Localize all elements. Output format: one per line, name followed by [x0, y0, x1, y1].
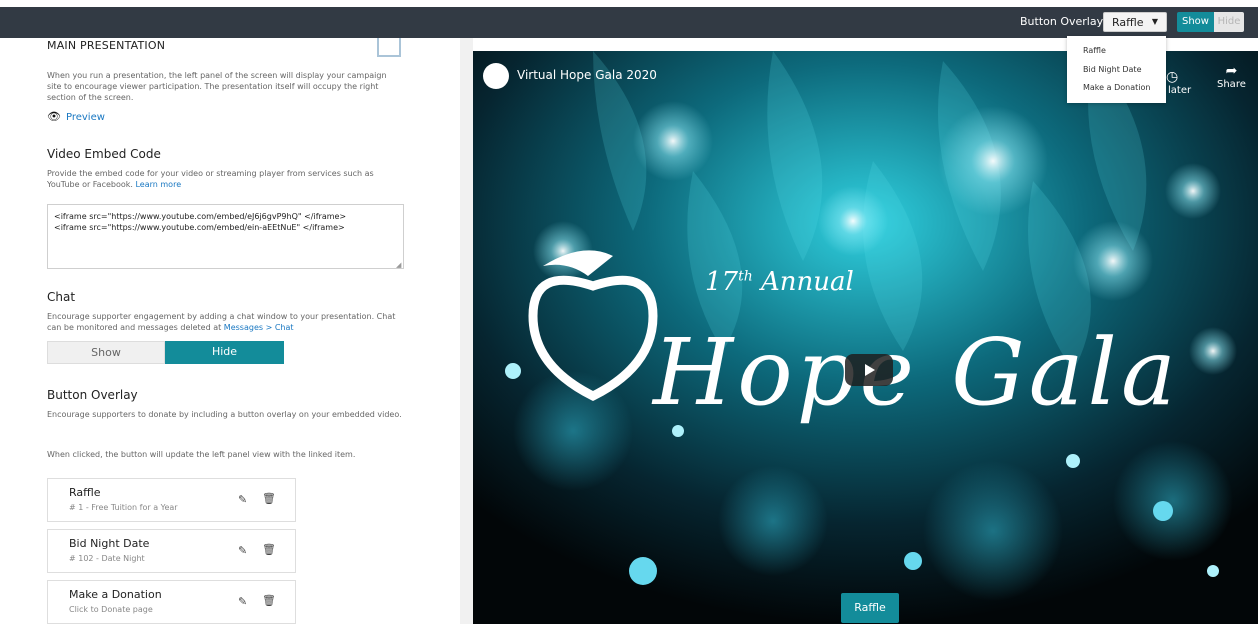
overlay-item-subtitle: Click to Donate page	[69, 605, 153, 614]
chat-title: Chat	[47, 290, 76, 304]
chat-show-button[interactable]: Show	[47, 341, 165, 364]
chat-description-text: Encourage supporter engagement by adding…	[47, 312, 396, 332]
channel-logo-icon[interactable]	[483, 63, 509, 89]
button-overlay-selected-value: Raffle	[1112, 16, 1144, 29]
overlay-item-title: Make a Donation	[69, 588, 162, 601]
overlay-item-card[interactable]: Make a Donation Click to Donate page ✎ 🗑	[47, 580, 296, 624]
preview-label: Preview	[65, 112, 105, 123]
resize-grip-icon[interactable]: ◢	[396, 261, 401, 269]
overlay-show-button[interactable]: Show	[1177, 12, 1214, 32]
main-presentation-title: MAIN PRESENTATION	[47, 39, 166, 52]
video-embed-code-input[interactable]: <iframe src="https://www.youtube.com/emb…	[47, 204, 404, 269]
button-overlay-select[interactable]: Raffle ▼	[1103, 12, 1167, 32]
eye-icon: 👁	[47, 110, 61, 123]
learn-more-link[interactable]: Learn more	[135, 180, 181, 189]
overlay-item-subtitle: # 1 - Free Tuition for a Year	[69, 503, 178, 512]
button-overlay-label: Button Overlay:	[1020, 15, 1107, 28]
dropdown-item-bid-night-date[interactable]: Bid Night Date	[1083, 65, 1142, 74]
share-arrow-icon: ➦	[1225, 63, 1238, 79]
trash-icon[interactable]: 🗑	[262, 492, 276, 505]
trash-icon[interactable]: 🗑	[262, 594, 276, 607]
pencil-icon[interactable]: ✎	[238, 595, 247, 608]
button-overlay-title: Button Overlay	[47, 388, 138, 402]
video-embed-description: Provide the embed code for your video or…	[47, 168, 402, 190]
dropdown-item-raffle[interactable]: Raffle	[1083, 46, 1106, 55]
overlay-item-title: Bid Night Date	[69, 537, 150, 550]
main-presentation-description: When you run a presentation, the left pa…	[47, 71, 387, 102]
main-presentation-checkbox[interactable]	[377, 38, 401, 57]
overlay-item-subtitle: # 102 - Date Night	[69, 554, 145, 563]
overlay-hide-button[interactable]: Hide	[1214, 12, 1244, 32]
dropdown-item-make-a-donation[interactable]: Make a Donation	[1083, 83, 1150, 92]
button-overlay-description: Encourage supporters to donate by includ…	[47, 410, 402, 419]
pencil-icon[interactable]: ✎	[238, 544, 247, 557]
caret-down-icon: ▼	[1151, 17, 1158, 26]
messages-chat-link[interactable]: Messages > Chat	[224, 323, 294, 332]
annual-suffix: th	[738, 268, 753, 285]
trash-icon[interactable]: 🗑	[262, 543, 276, 556]
top-bar: Button Overlay: Raffle ▼ Show Hide	[0, 7, 1258, 38]
share-button[interactable]: ➦ Share	[1217, 63, 1246, 90]
annual-text: 17th Annual	[705, 267, 854, 297]
overlay-raffle-button[interactable]: Raffle	[841, 593, 899, 623]
video-player[interactable]: Virtual Hope Gala 2020 ◷ ch later ➦ Shar…	[473, 51, 1258, 624]
chat-description: Encourage supporter engagement by adding…	[47, 311, 402, 333]
share-label: Share	[1217, 79, 1246, 90]
play-button[interactable]	[845, 354, 893, 386]
overlay-item-title: Raffle	[69, 486, 101, 499]
overlay-item-card[interactable]: Raffle # 1 - Free Tuition for a Year ✎ 🗑	[47, 478, 296, 522]
button-overlay-dropdown: Raffle Bid Night Date Make a Donation	[1067, 36, 1166, 103]
annual-number: 17	[705, 267, 739, 297]
overlay-item-card[interactable]: Bid Night Date # 102 - Date Night ✎ 🗑	[47, 529, 296, 573]
video-title[interactable]: Virtual Hope Gala 2020	[517, 68, 657, 82]
video-embed-description-text: Provide the embed code for your video or…	[47, 169, 374, 189]
hope-gala-text: Hope Gala	[653, 319, 1180, 426]
button-overlay-description-2: When clicked, the button will update the…	[47, 450, 356, 459]
chat-toggle: Show Hide	[47, 341, 284, 364]
preview-link[interactable]: 👁 Preview	[47, 110, 105, 123]
video-embed-title: Video Embed Code	[47, 147, 161, 161]
annual-word: Annual	[761, 267, 854, 297]
pencil-icon[interactable]: ✎	[238, 493, 247, 506]
panel-divider	[460, 38, 473, 624]
chat-hide-button[interactable]: Hide	[165, 341, 284, 364]
